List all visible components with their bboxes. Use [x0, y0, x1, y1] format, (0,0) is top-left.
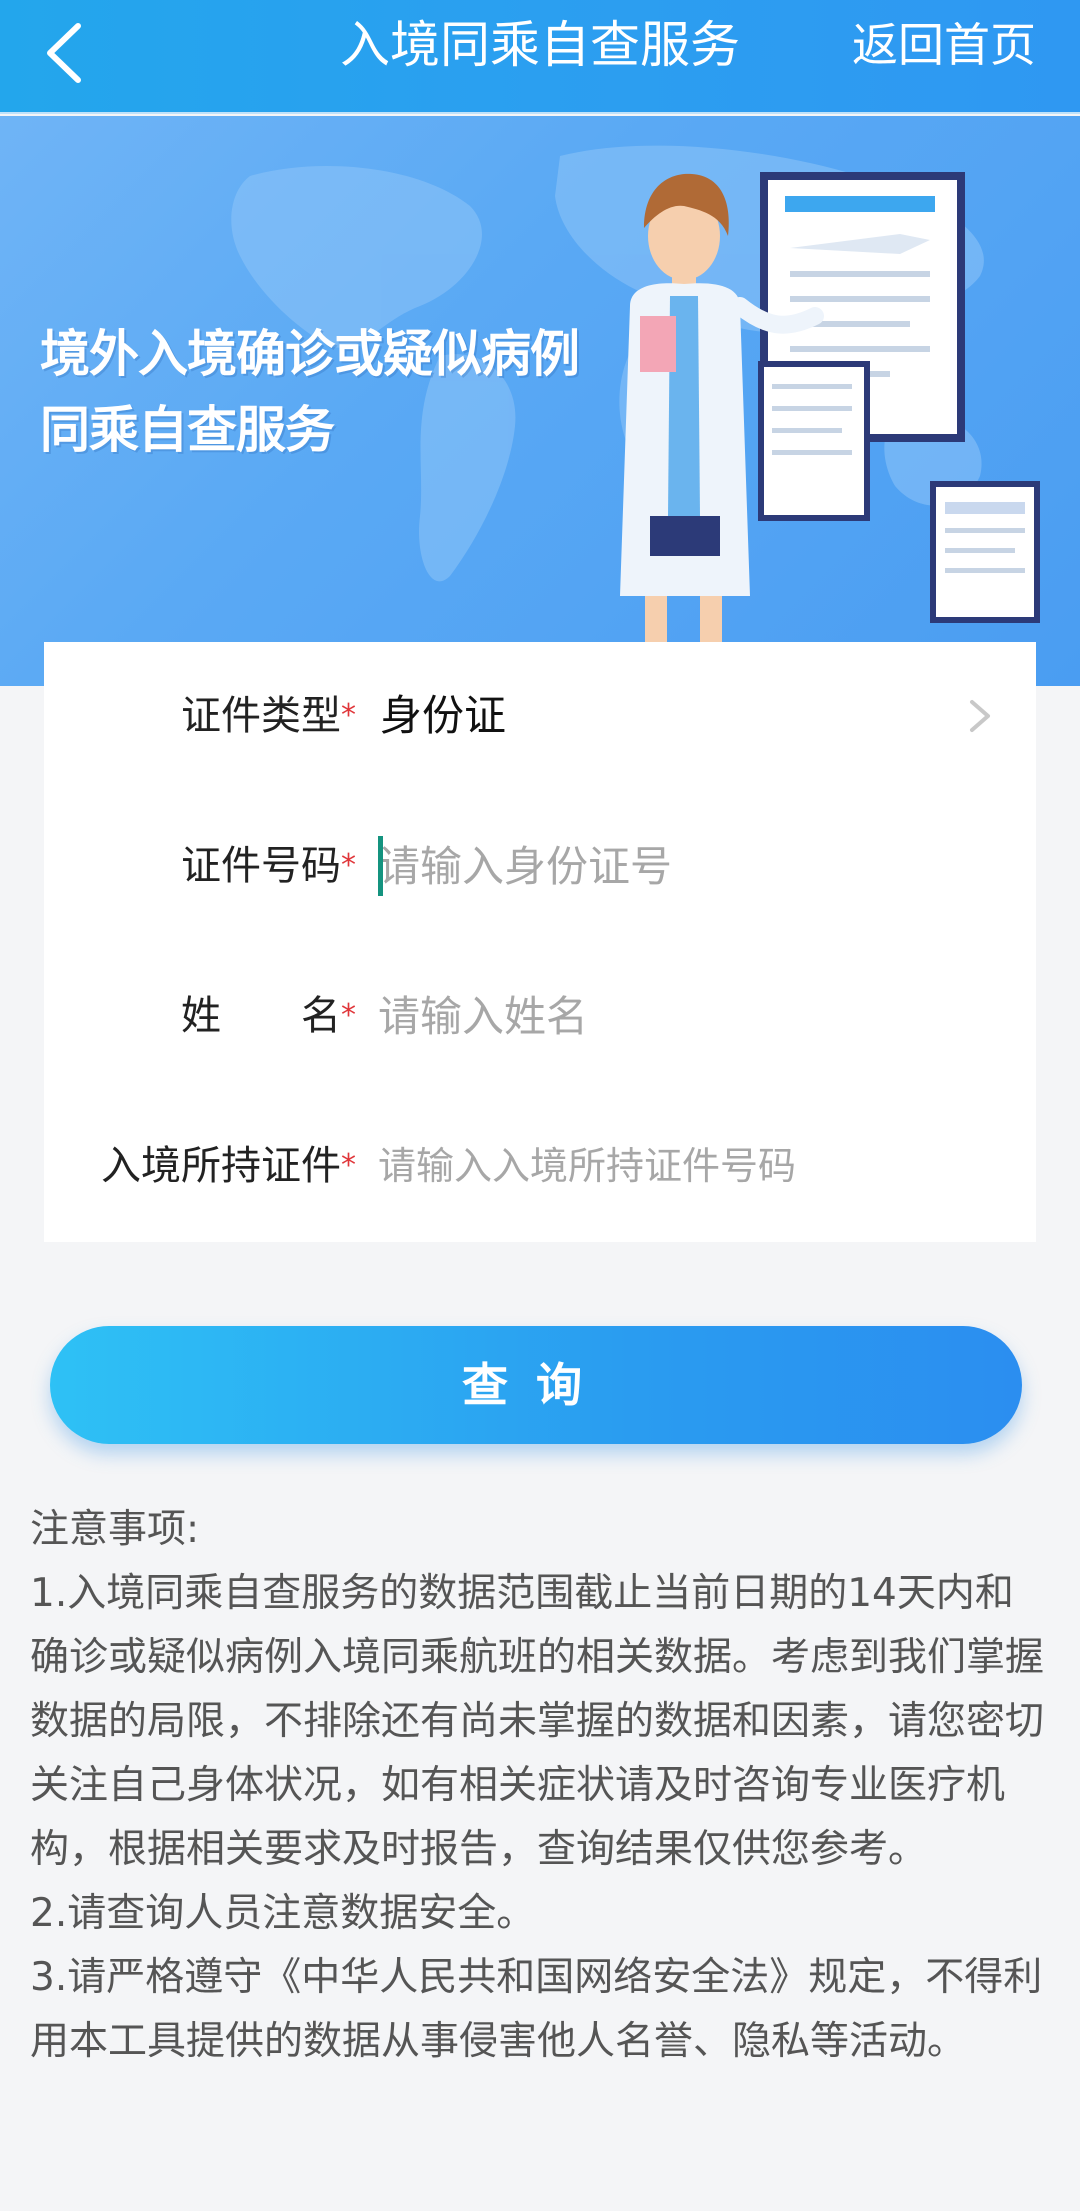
back-home-link[interactable]: 返回首页 [852, 14, 1036, 76]
notice-item: 2.请查询人员注意数据安全。 [30, 1891, 536, 1936]
query-button[interactable]: 查询 [50, 1326, 1022, 1444]
chevron-right-icon [970, 700, 990, 732]
name-label: 姓 名* [181, 993, 356, 1039]
id-number-label: 证件号码* [181, 843, 356, 889]
banner-headline: 境外入境确诊或疑似病例 同乘自查服务 [40, 316, 580, 468]
entry-doc-row: 入境所持证件* [44, 1092, 1036, 1242]
name-input[interactable] [378, 982, 978, 1050]
id-number-input[interactable] [378, 832, 978, 900]
entry-doc-label: 入境所持证件* [101, 1143, 356, 1189]
banner-line-1: 境外入境确诊或疑似病例 [40, 325, 580, 383]
name-row: 姓 名* [44, 942, 1036, 1092]
banner-line-2: 同乘自查服务 [40, 401, 335, 459]
text-cursor [378, 836, 383, 896]
id-type-value[interactable]: 身份证 [380, 688, 506, 744]
query-form: 证件类型* 身份证 证件号码* 姓 名* 入境所持证件* [44, 642, 1036, 1242]
hero-banner: 境外入境确诊或疑似病例 同乘自查服务 [0, 116, 1080, 686]
id-type-label: 证件类型* [181, 693, 356, 739]
notice-item: 3.请严格遵守《中华人民共和国网络安全法》规定，不得利用本工具提供的数据从事侵害… [30, 1955, 1043, 2064]
id-number-row: 证件号码* [44, 792, 1036, 942]
notice-title: 注意事项: [30, 1507, 200, 1552]
entry-doc-input[interactable] [378, 1132, 978, 1200]
id-type-row[interactable]: 证件类型* 身份证 [44, 642, 1036, 792]
notice-section: 注意事项: 1.入境同乘自查服务的数据范围截止当前日期的14天内和确诊或疑似病例… [30, 1498, 1050, 2074]
doctor-illustration [620, 172, 1040, 686]
top-bar: 入境同乘自查服务 返回首页 [0, 0, 1080, 114]
notice-item: 1.入境同乘自查服务的数据范围截止当前日期的14天内和确诊或疑似病例入境同乘航班… [30, 1571, 1045, 1872]
